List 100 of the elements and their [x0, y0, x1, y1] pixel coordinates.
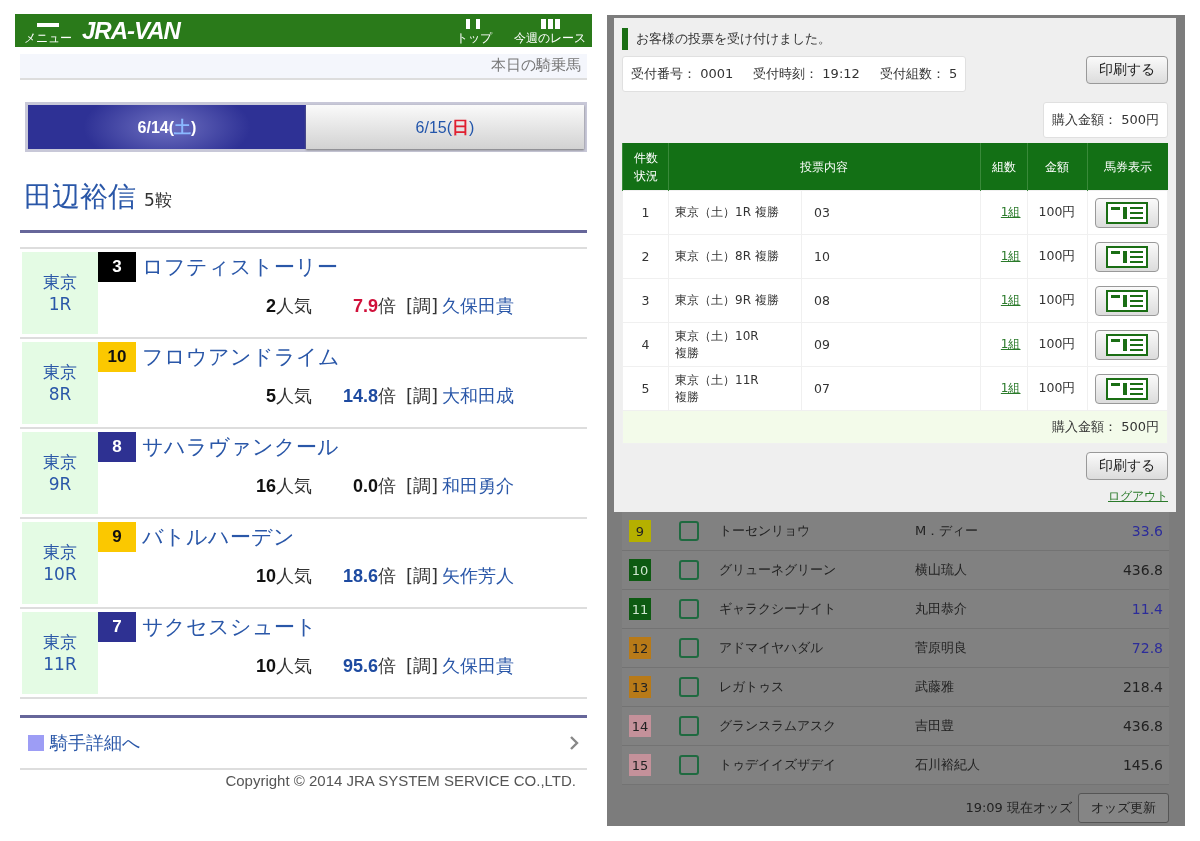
ticket-icon: [1106, 333, 1149, 356]
date-tab[interactable]: 6/15(日): [306, 105, 584, 149]
horse-name[interactable]: サハラヴァンクール: [142, 433, 339, 461]
horse-number: 9: [629, 520, 651, 542]
horse-name: トゥデイイズザデイ: [719, 756, 837, 774]
jockey-name: 丸田恭介: [915, 600, 968, 618]
column-header: 金額: [1027, 143, 1087, 191]
menu-button[interactable]: メニュー: [24, 23, 72, 45]
odds-text: 7.9倍: [351, 294, 396, 318]
logout-link[interactable]: ログアウト: [1108, 488, 1168, 504]
trainer-name[interactable]: 久保田貴: [442, 654, 515, 678]
odds-text: 14.8倍: [341, 384, 396, 408]
race-cell[interactable]: 東京 10R: [22, 522, 98, 604]
receipt-field: 受付時刻： 19:12: [753, 65, 860, 83]
date-tab[interactable]: 6/14(土): [28, 105, 306, 149]
trainer-name[interactable]: 矢作芳人: [442, 564, 515, 588]
table-cell: 3: [622, 278, 669, 323]
square-icon: [28, 735, 44, 751]
checkbox[interactable]: [679, 521, 699, 541]
table-cell: 03: [801, 190, 980, 235]
combos-link[interactable]: 1組: [1000, 293, 1021, 307]
popularity: 10人気: [254, 654, 312, 678]
horse-name: グリューネグリーン: [719, 561, 837, 579]
receipt-field: 受付組数： 5: [879, 65, 958, 83]
ticket-button[interactable]: [1095, 373, 1160, 404]
horse-number: 10: [629, 559, 651, 581]
table-cell: 東京（土）9R 複勝: [668, 278, 802, 323]
combos-link[interactable]: 1組: [1000, 381, 1021, 395]
jockey-name: 吉田豊: [915, 717, 955, 735]
trainer-name[interactable]: 和田勇介: [442, 474, 515, 498]
checkbox[interactable]: [679, 638, 699, 658]
odds-text: 0.0倍: [351, 474, 396, 498]
refresh-odds-button[interactable]: オッズ更新: [1078, 793, 1169, 823]
horse-number: 11: [629, 598, 651, 620]
race-cell[interactable]: 東京 8R: [22, 342, 98, 424]
trainer-tag: [調]: [406, 654, 439, 678]
horse-name: レガトゥス: [719, 678, 785, 696]
horse-name: ギャラクシーナイト: [719, 600, 837, 618]
ticket-icon: [1106, 201, 1149, 224]
horse-number: 7: [98, 612, 136, 642]
nav-button[interactable]: 今週のレース: [514, 19, 586, 45]
print-button[interactable]: 印刷する: [1086, 452, 1168, 480]
purchase-total: 購入金額： 500円: [1043, 102, 1168, 138]
combos-link[interactable]: 1組: [1000, 337, 1021, 351]
horse-number: 8: [98, 432, 136, 462]
race-cell[interactable]: 東京 11R: [22, 612, 98, 694]
horse-number: 13: [629, 676, 651, 698]
ticket-icon: [1106, 245, 1149, 268]
checkbox[interactable]: [679, 677, 699, 697]
checkbox[interactable]: [679, 599, 699, 619]
table-footer: 購入金額： 500円: [622, 410, 1168, 444]
horse-number: 3: [98, 252, 136, 282]
column-header: 件数状況: [622, 143, 669, 191]
ticket-button[interactable]: [1095, 285, 1160, 316]
checkbox[interactable]: [679, 716, 699, 736]
horse-name[interactable]: バトルハーデン: [142, 523, 295, 551]
popularity: 5人気: [265, 384, 312, 408]
print-button[interactable]: 印刷する: [1086, 56, 1168, 84]
odds-value: 436.8: [1121, 562, 1164, 578]
jockey-detail-link[interactable]: 騎手詳細へ: [20, 715, 587, 770]
odds-time: 19:09 現在オッズ: [965, 799, 1072, 817]
logo: JRA-VAN: [82, 17, 180, 45]
jockey-name: 武藤雅: [915, 678, 955, 696]
trainer-tag: [調]: [406, 384, 439, 408]
ticket-button[interactable]: [1095, 197, 1160, 228]
horse-name[interactable]: ロフティストーリー: [142, 253, 338, 281]
table-cell: 東京（土）8R 複勝: [668, 234, 802, 279]
race-cell[interactable]: 東京 9R: [22, 432, 98, 514]
checkbox[interactable]: [679, 560, 699, 580]
nav-button[interactable]: トップ: [456, 19, 492, 45]
page-title: 本日の騎乗馬: [20, 54, 587, 80]
popularity: 10人気: [254, 564, 312, 588]
table-cell: 5: [622, 366, 669, 411]
horse-name: グランスラムアスク: [719, 717, 837, 735]
horse-name[interactable]: フロウアンドライム: [142, 343, 340, 371]
table-cell: 東京（土）10R 複勝: [668, 322, 802, 367]
trainer-name[interactable]: 大和田成: [442, 384, 515, 408]
column-header: 組数: [980, 143, 1027, 191]
table-cell: 10: [801, 234, 980, 279]
horse-number: 9: [98, 522, 136, 552]
combos-link[interactable]: 1組: [1000, 249, 1021, 263]
horse-name[interactable]: サクセスシュート: [142, 613, 317, 641]
ride-count: 5鞍: [144, 189, 172, 212]
race-cell[interactable]: 東京 1R: [22, 252, 98, 334]
ticket-button[interactable]: [1095, 241, 1160, 272]
combos-link[interactable]: 1組: [1000, 205, 1021, 219]
horse-number: 14: [629, 715, 651, 737]
menu-icon: [37, 23, 59, 29]
checkbox[interactable]: [679, 755, 699, 775]
popularity: 16人気: [254, 474, 312, 498]
jockey-name: 菅原明良: [915, 639, 968, 657]
trainer-tag: [調]: [406, 564, 439, 588]
horse-name: トーセンリョウ: [719, 522, 811, 540]
ticket-button[interactable]: [1095, 329, 1160, 360]
odds-value: 145.6: [1121, 757, 1164, 773]
odds-value: 72.8: [1130, 640, 1164, 656]
table-cell: 08: [801, 278, 980, 323]
table-cell: 07: [801, 366, 980, 411]
table-cell: 100円: [1027, 366, 1087, 411]
trainer-name[interactable]: 久保田貴: [442, 294, 515, 318]
